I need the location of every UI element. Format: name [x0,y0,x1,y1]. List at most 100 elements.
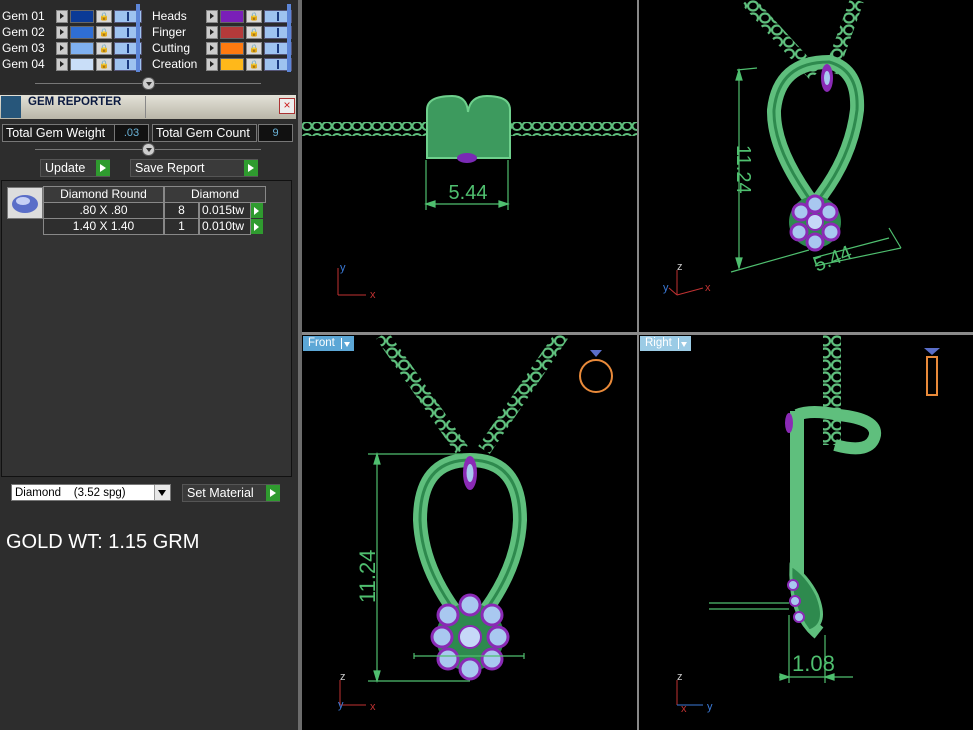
play-icon [244,160,258,176]
table-header-material: Diamond [164,186,266,203]
right-view-canvas: 1.08 z x y [676,335,940,715]
expand-arrow-icon[interactable] [56,57,68,71]
axis-label-y: y [338,699,344,711]
layer-row-gem-04[interactable]: Gem 04 🔒 [0,57,142,71]
total-gem-count-label: Total Gem Count [152,124,257,142]
chain-shape [823,335,841,445]
axis-label-y: y [340,262,346,274]
lock-icon[interactable]: 🔒 [96,25,112,39]
set-material-button[interactable]: Set Material [182,484,280,502]
gem-reporter-icon [1,96,21,118]
perspective-view-canvas: 11.24 5.44 z y x [663,0,902,296]
gem-reporter-title: GEM REPORTER [28,96,122,108]
axis-gizmo: y x [337,262,376,301]
lock-icon[interactable]: 🔒 [96,9,112,23]
flower-shape [787,562,823,633]
layer-scrollbar[interactable] [136,4,140,72]
expand-arrow-icon[interactable] [206,25,218,39]
play-icon [96,160,110,176]
viewport-right[interactable]: Right 1.08 z x y [639,335,973,730]
expand-arrow-icon[interactable] [56,9,68,23]
axis-gizmo: z x y [676,671,713,715]
front-view-canvas: 11.24 z y x [338,335,613,713]
header-divider [145,96,146,118]
layer-name: Heads [152,9,187,23]
total-gem-weight-value: .03 [114,124,149,142]
layer-name: Gem 03 [2,41,45,55]
row-play-icon[interactable] [251,219,263,234]
ring-icon [579,350,613,393]
expand-arrow-icon[interactable] [206,41,218,55]
layer-row-finger[interactable]: Finger 🔒 [150,25,292,39]
layer-color-swatch[interactable] [70,41,94,55]
axis-gizmo: z y x [338,671,376,713]
front-height-text: 11.24 [355,550,380,603]
lock-icon[interactable]: 🔒 [246,41,262,55]
material-select-value: Diamond (3.52 spg) [15,487,126,499]
viewport-front[interactable]: Front 11.24 z y x [302,335,637,730]
expand-arrow-icon[interactable] [56,41,68,55]
layer-row-gem-02[interactable]: Gem 02 🔒 [0,25,142,39]
axis-label-z: z [677,671,683,683]
axis-gizmo: z y x [663,261,711,296]
layer-name: Gem 01 [2,9,45,23]
layer-name: Finger [152,25,187,39]
lock-icon[interactable]: 🔒 [246,57,262,71]
total-gem-count-value: 9 [258,124,293,142]
save-report-label: Save Report [135,161,205,175]
row-play-icon[interactable] [251,203,263,218]
viewport-top[interactable]: 5.44 y x [302,0,637,332]
layer-row-gem-01[interactable]: Gem 01 🔒 [0,9,142,23]
left-panel: Gem 01 🔒 Gem 02 🔒 Gem 03 🔒 Gem 04 🔒 Head… [0,0,298,730]
lock-icon[interactable]: 🔒 [246,9,262,23]
update-button[interactable]: Update [40,159,110,177]
material-select[interactable]: Diamond (3.52 spg) [11,484,171,501]
chevron-down-icon[interactable] [154,485,170,500]
axis-label-y: y [663,282,669,294]
collapse-button[interactable] [142,143,155,156]
table-cell-count: 1 [164,218,199,235]
update-button-label: Update [45,161,86,175]
expand-arrow-icon[interactable] [206,57,218,71]
layer-color-swatch[interactable] [220,25,244,39]
play-icon [266,485,280,501]
lock-icon[interactable]: 🔒 [246,25,262,39]
lock-icon[interactable]: 🔒 [96,41,112,55]
viewport-perspective[interactable]: 11.24 5.44 z y x [639,0,973,332]
expand-arrow-icon[interactable] [56,25,68,39]
gem-reporter-header: GEM REPORTER × [0,95,296,119]
layer-name: Cutting [152,41,191,55]
table-cell-size: 1.40 X 1.40 [43,218,164,235]
layer-color-swatch[interactable] [220,41,244,55]
axis-label-z: z [677,261,683,273]
layer-scrollbar[interactable] [287,4,291,72]
expand-arrow-icon[interactable] [206,9,218,23]
chain-shape [376,335,568,454]
save-report-button[interactable]: Save Report [130,159,258,177]
top-dimension-text: 5.44 [449,182,488,204]
bail-shape [426,94,511,163]
layer-color-swatch[interactable] [70,57,94,71]
layer-color-swatch[interactable] [220,9,244,23]
axis-label-x: x [370,701,376,713]
top-view-canvas: 5.44 y x [302,94,637,301]
layer-color-swatch[interactable] [70,9,94,23]
layer-row-heads[interactable]: Heads 🔒 [150,9,292,23]
axis-label-x: x [705,282,711,294]
layer-panel: Gem 01 🔒 Gem 02 🔒 Gem 03 🔒 Gem 04 🔒 Head… [0,0,298,92]
pendant-shape [766,54,865,217]
close-icon[interactable]: × [279,98,295,114]
layer-row-gem-03[interactable]: Gem 03 🔒 [0,41,142,55]
axis-label-x: x [681,703,687,715]
layer-name: Gem 04 [2,57,45,71]
lock-icon[interactable]: 🔒 [96,57,112,71]
layer-row-cutting[interactable]: Cutting 🔒 [150,41,292,55]
ring-side-icon [924,348,940,396]
table-cell-size: .80 X .80 [43,202,164,219]
layer-row-creation[interactable]: Creation 🔒 [150,57,292,71]
table-cell-count: 8 [164,202,199,219]
axis-label-z: z [340,671,346,683]
layer-color-swatch[interactable] [70,25,94,39]
collapse-button[interactable] [142,77,155,90]
layer-color-swatch[interactable] [220,57,244,71]
